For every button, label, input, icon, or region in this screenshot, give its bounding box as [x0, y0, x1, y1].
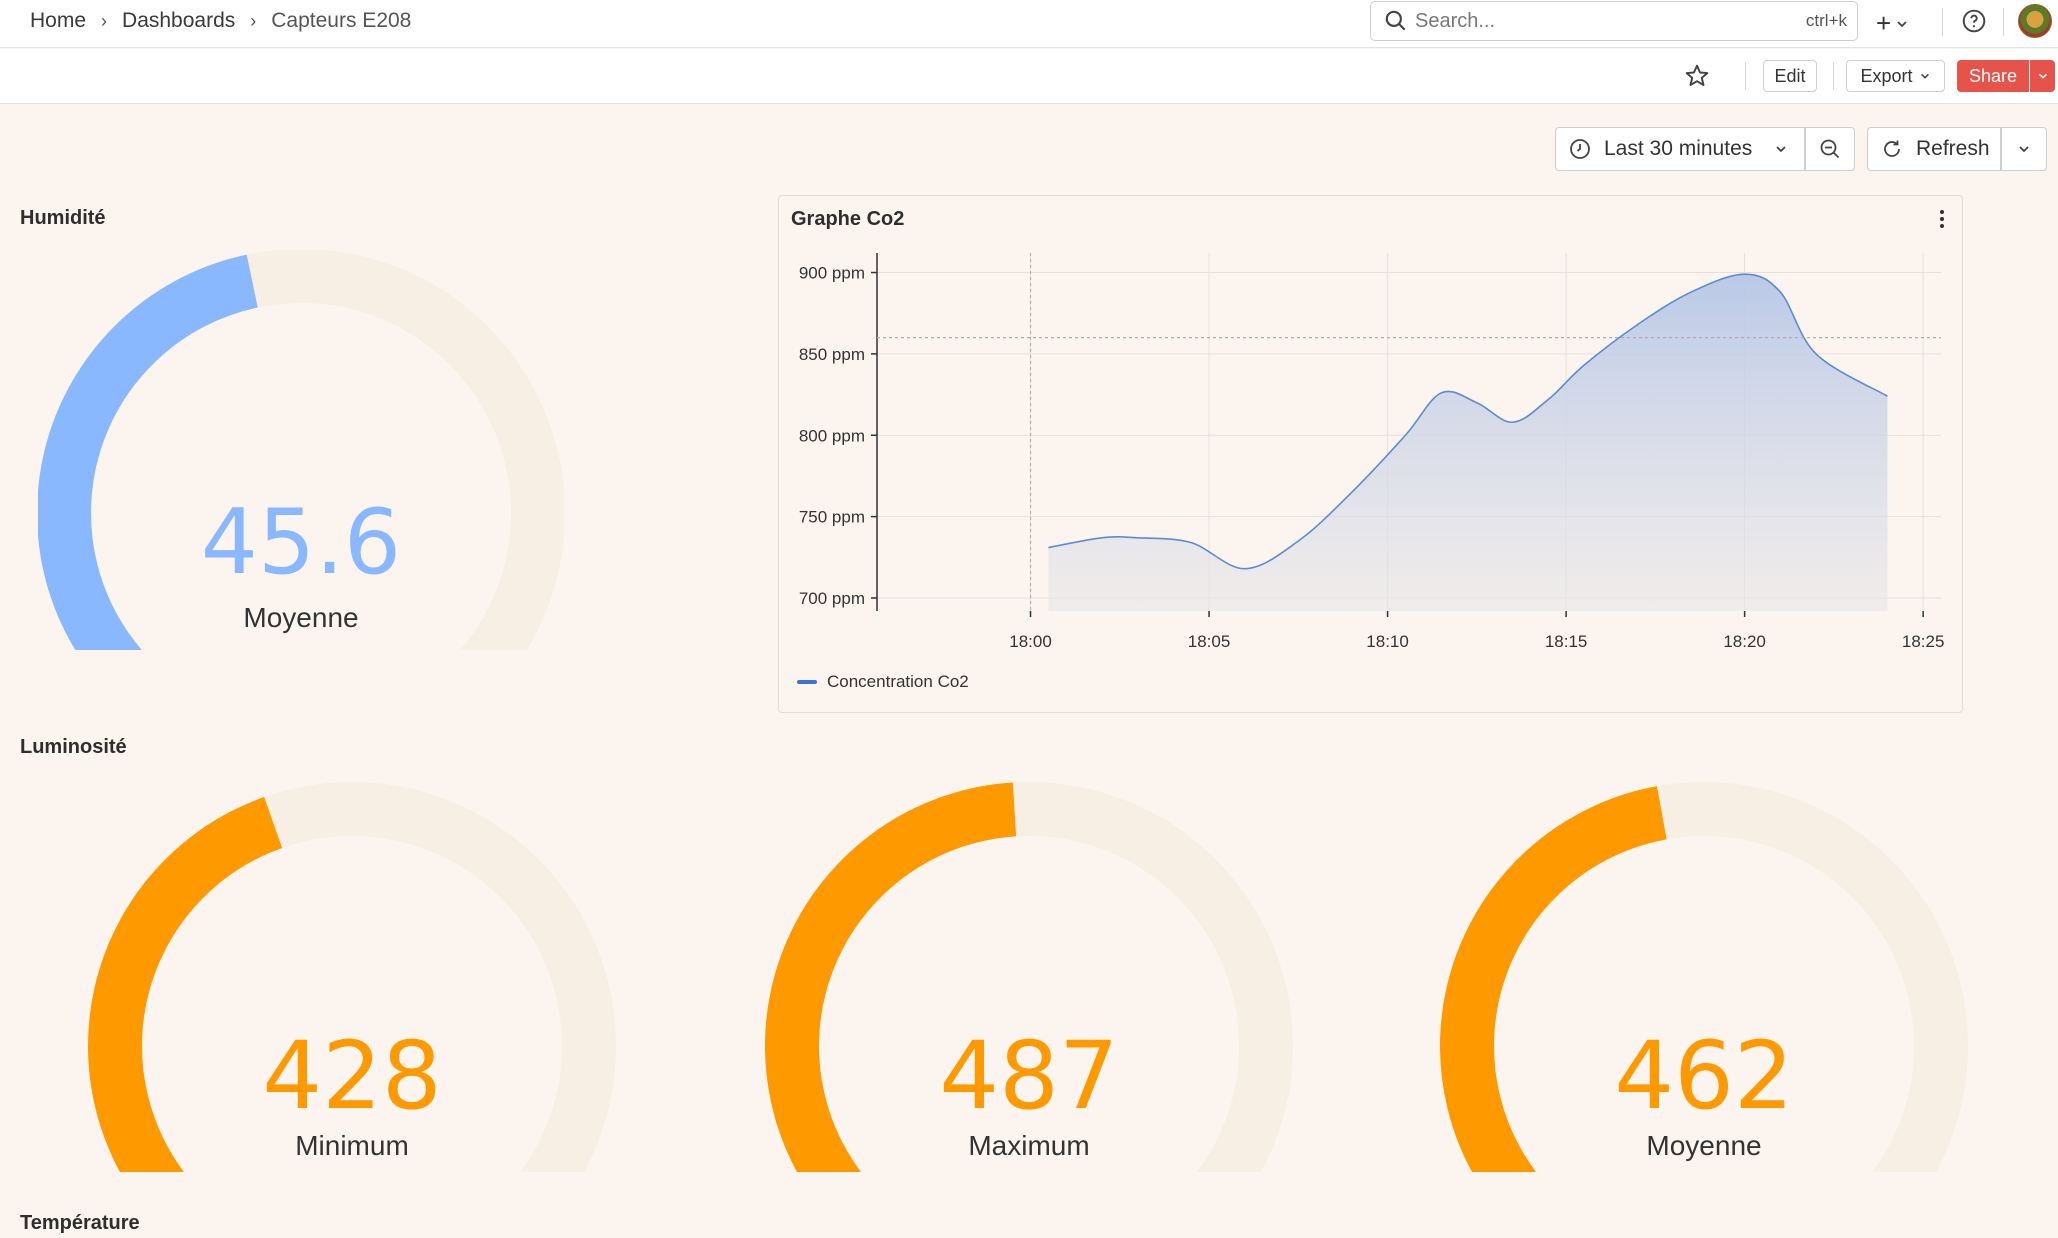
share-label: Share: [1969, 65, 2018, 86]
y-tick-label: 750 ppm: [799, 508, 865, 527]
panel-title-temperature: Température: [20, 1212, 140, 1234]
y-tick-label: 700 ppm: [799, 589, 865, 608]
chevron-right-icon: ›: [250, 10, 257, 31]
gauge-value: 487: [939, 1022, 1119, 1131]
breadcrumb-dashboards[interactable]: Dashboards: [122, 9, 235, 33]
edit-label: Edit: [1774, 65, 1806, 86]
panel-title-humidite: Humidité: [20, 207, 106, 229]
edit-button[interactable]: Edit: [1763, 60, 1817, 92]
y-tick-label: 850 ppm: [799, 345, 865, 364]
star-icon[interactable]: [1684, 63, 1710, 89]
add-new-button[interactable]: +: [1876, 8, 1909, 39]
panel-co2-chart: Graphe Co2 700 ppm 750 ppm 800 ppm 850 ppm 9…: [778, 195, 1963, 713]
gauge-label: Minimum: [295, 1130, 409, 1161]
search-box[interactable]: ctrl+k: [1370, 1, 1858, 41]
time-range-picker[interactable]: Last 30 minutes: [1555, 127, 1805, 171]
refresh-icon: [1884, 140, 1900, 157]
series-area: [1048, 274, 1888, 611]
export-button[interactable]: Export: [1846, 60, 1945, 92]
gauge-value: 45.6: [200, 490, 402, 595]
top-bar: Home › Dashboards › Capteurs E208 ctrl+k…: [0, 0, 2058, 48]
gauge-label: Moyenne: [243, 602, 359, 633]
zoom-out-button[interactable]: [1805, 127, 1855, 171]
divider: [1833, 62, 1834, 90]
gauge-luminosite-minimum[interactable]: 428 Minimum: [88, 782, 616, 1172]
legend-swatch: [797, 680, 817, 684]
avatar[interactable]: [2018, 4, 2052, 38]
gauge-value: 428: [262, 1022, 442, 1131]
plus-icon: +: [1876, 8, 1892, 38]
breadcrumb: Home › Dashboards › Capteurs E208: [30, 0, 411, 42]
zoom-out-icon: [1820, 139, 1840, 159]
help-icon[interactable]: [1961, 8, 1987, 34]
share-button[interactable]: Share: [1957, 60, 2030, 92]
x-tick-label: 18:20: [1723, 632, 1766, 651]
chevron-down-icon: [1920, 73, 1929, 79]
x-tick-label: 18:10: [1366, 632, 1409, 651]
y-tick-label: 900 ppm: [799, 264, 865, 283]
gauge-humidite[interactable]: 45.6 Moyenne: [38, 250, 564, 650]
export-label: Export: [1860, 65, 1913, 86]
breadcrumb-home[interactable]: Home: [30, 9, 86, 33]
gauge-luminosite-maximum[interactable]: 487 Maximum: [765, 782, 1293, 1172]
search-icon: [1385, 10, 1406, 31]
search-input[interactable]: [1415, 9, 1775, 33]
share-button-group: Share: [1957, 60, 2056, 92]
search-shortcut: ctrl+k: [1805, 11, 1847, 30]
chevron-right-icon: ›: [101, 10, 108, 31]
divider: [1745, 62, 1746, 90]
time-range-label: Last 30 minutes: [1604, 137, 1753, 160]
chevron-down-icon: [1776, 146, 1786, 153]
gauge-value: 462: [1614, 1022, 1794, 1131]
divider: [1942, 8, 1943, 36]
chevron-down-icon: [2038, 73, 2047, 79]
refresh-interval-dropdown[interactable]: [2001, 127, 2047, 171]
x-tick-label: 18:25: [1902, 632, 1945, 651]
chevron-down-icon: [2019, 146, 2029, 153]
refresh-button[interactable]: Refresh: [1867, 127, 2001, 171]
divider: [2003, 8, 2004, 36]
gauge-label: Moyenne: [1646, 1130, 1762, 1161]
chevron-down-icon: [1897, 20, 1907, 27]
x-tick-label: 18:15: [1545, 632, 1588, 651]
dashboard-toolbar: Edit Export Share: [0, 49, 2058, 104]
gauge-luminosite-moyenne[interactable]: 462 Moyenne: [1440, 782, 1968, 1172]
refresh-label: Refresh: [1916, 137, 1990, 160]
x-tick-label: 18:00: [1009, 632, 1052, 651]
share-dropdown-button[interactable]: [2029, 60, 2056, 92]
x-tick-label: 18:05: [1188, 632, 1231, 651]
clock-icon: [1570, 139, 1590, 159]
y-tick-label: 800 ppm: [799, 426, 865, 445]
co2-chart[interactable]: 700 ppm 750 ppm 800 ppm 850 ppm 900 ppm 18:00…: [779, 196, 1964, 666]
panel-title-luminosite: Luminosité: [20, 736, 127, 758]
breadcrumb-current: Capteurs E208: [271, 9, 412, 32]
chart-legend[interactable]: Concentration Co2: [797, 672, 969, 692]
legend-label: Concentration Co2: [827, 672, 969, 691]
gauge-label: Maximum: [968, 1130, 1090, 1161]
